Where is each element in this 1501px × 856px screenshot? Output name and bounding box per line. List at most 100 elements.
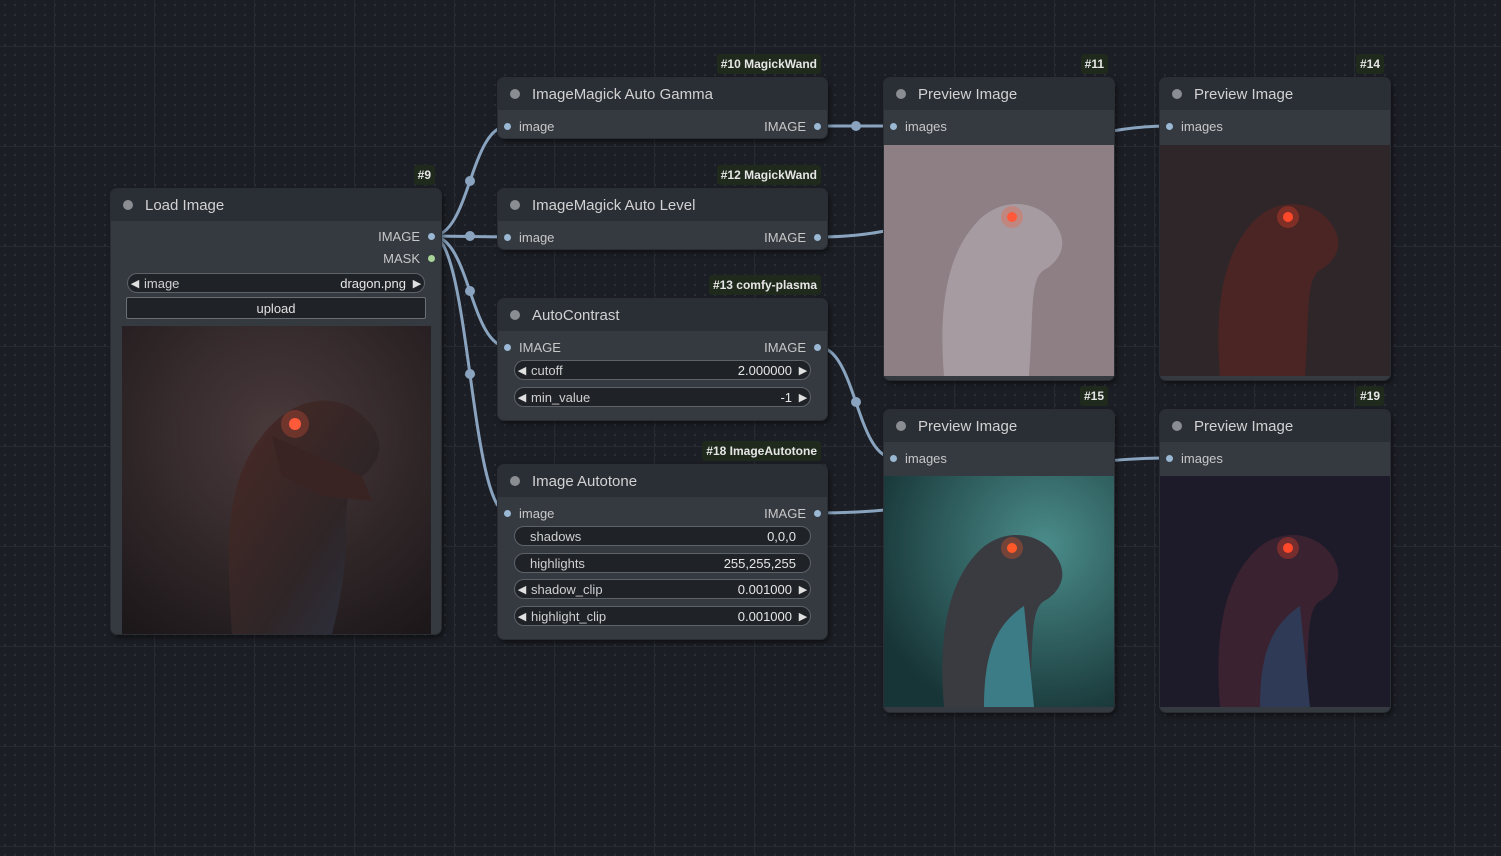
node-autocontrast[interactable]: #13 comfy-plasma AutoContrast IMAGE IMAG…: [498, 275, 827, 420]
node-header[interactable]: Preview Image: [884, 78, 1114, 110]
link-contrast-to-p15: [816, 345, 896, 460]
port-label: images: [905, 450, 947, 466]
port-label: IMAGE: [764, 505, 806, 521]
port-dot-icon[interactable]: [814, 122, 821, 130]
output-image-port[interactable]: IMAGE: [378, 227, 435, 245]
input-image-port[interactable]: image: [504, 117, 554, 135]
node-id-badge: #19: [1355, 386, 1384, 406]
port-dot-icon[interactable]: [1166, 454, 1173, 462]
output-image-port[interactable]: IMAGE: [764, 117, 821, 135]
upload-button[interactable]: upload: [126, 297, 426, 319]
arrow-left-icon[interactable]: ◀: [515, 583, 529, 596]
collapse-dot-icon[interactable]: [123, 200, 133, 210]
arrow-left-icon[interactable]: ◀: [515, 391, 529, 404]
output-mask-port[interactable]: MASK: [383, 249, 435, 267]
node-id-badge: #10 MagickWand: [716, 54, 821, 74]
collapse-dot-icon[interactable]: [896, 89, 906, 99]
arrow-right-icon[interactable]: ▶: [796, 610, 810, 623]
output-image-port[interactable]: IMAGE: [764, 504, 821, 522]
node-preview-19[interactable]: #19 Preview Image images: [1160, 386, 1390, 712]
input-image-port[interactable]: image: [504, 228, 554, 246]
arrow-left-icon[interactable]: ◀: [515, 364, 529, 377]
link-load-to-contrast: [430, 234, 510, 349]
image-combo-widget[interactable]: ◀ image dragon.png ▶: [127, 273, 425, 293]
node-title: Preview Image: [918, 85, 1018, 103]
widget-value: 0.001000: [737, 581, 792, 597]
cutoff-number-widget[interactable]: ◀ cutoff 2.000000 ▶: [514, 360, 811, 380]
input-images-port[interactable]: images: [1166, 117, 1223, 135]
widget-label: highlight_clip: [531, 608, 607, 624]
link-midpoint: [465, 286, 475, 296]
node-id-badge: #11: [1080, 54, 1108, 74]
port-dot-icon[interactable]: [1166, 122, 1173, 130]
collapse-dot-icon[interactable]: [1172, 89, 1182, 99]
port-label: image: [519, 505, 555, 521]
port-dot-icon[interactable]: [890, 122, 897, 130]
collapse-dot-icon[interactable]: [510, 476, 520, 486]
port-dot-icon[interactable]: [814, 509, 821, 517]
widget-label: shadow_clip: [531, 581, 603, 597]
node-graph-canvas[interactable]: #9 Load Image IMAGE MASK ◀ image dragon.…: [0, 0, 1501, 856]
widget-label: image: [144, 275, 180, 291]
port-dot-icon[interactable]: [814, 343, 821, 351]
node-header[interactable]: Preview Image: [884, 410, 1114, 442]
output-image-port[interactable]: IMAGE: [764, 228, 821, 246]
arrow-left-icon[interactable]: ◀: [128, 277, 142, 290]
collapse-dot-icon[interactable]: [510, 200, 520, 210]
input-images-port[interactable]: images: [890, 449, 947, 467]
input-images-port[interactable]: images: [1166, 449, 1223, 467]
collapse-dot-icon[interactable]: [510, 310, 520, 320]
arrow-right-icon[interactable]: ▶: [796, 364, 810, 377]
input-image-port[interactable]: IMAGE: [504, 338, 561, 356]
port-dot-icon[interactable]: [504, 233, 511, 241]
node-preview-14[interactable]: #14 Preview Image images: [1160, 54, 1390, 380]
port-label: MASK: [383, 250, 420, 266]
input-images-port[interactable]: images: [890, 117, 947, 135]
link-midpoint: [851, 397, 861, 407]
arrow-right-icon[interactable]: ▶: [796, 391, 810, 404]
port-dot-icon[interactable]: [814, 233, 821, 241]
node-title: ImageMagick Auto Gamma: [532, 85, 713, 103]
node-header[interactable]: AutoContrast: [498, 299, 827, 331]
node-header[interactable]: ImageMagick Auto Level: [498, 189, 827, 221]
port-dot-icon[interactable]: [504, 509, 511, 517]
node-preview-11[interactable]: #11 Preview Image images: [884, 54, 1114, 380]
output-image-port[interactable]: IMAGE: [764, 338, 821, 356]
port-label: IMAGE: [764, 339, 806, 355]
node-load-image[interactable]: #9 Load Image IMAGE MASK ◀ image dragon.…: [111, 165, 441, 634]
input-image-port[interactable]: image: [504, 504, 554, 522]
widget-label: shadows: [530, 528, 582, 544]
node-header[interactable]: Load Image: [111, 189, 441, 221]
shadows-text-widget[interactable]: shadows 0,0,0: [514, 526, 811, 546]
widget-label: cutoff: [531, 362, 563, 378]
node-header[interactable]: Preview Image: [1160, 410, 1390, 442]
widget-value: 0,0,0: [767, 528, 796, 544]
arrow-right-icon[interactable]: ▶: [796, 583, 810, 596]
collapse-dot-icon[interactable]: [1172, 421, 1182, 431]
widget-label: min_value: [531, 389, 591, 405]
node-header[interactable]: ImageMagick Auto Gamma: [498, 78, 827, 110]
shadow-clip-number-widget[interactable]: ◀ shadow_clip 0.001000 ▶: [514, 579, 811, 599]
port-dot-icon[interactable]: [890, 454, 897, 462]
arrow-right-icon[interactable]: ▶: [410, 277, 424, 290]
arrow-left-icon[interactable]: ◀: [515, 610, 529, 623]
highlights-text-widget[interactable]: highlights 255,255,255: [514, 553, 811, 573]
node-title: Preview Image: [918, 417, 1018, 435]
port-dot-icon[interactable]: [428, 254, 435, 262]
node-header[interactable]: Image Autotone: [498, 465, 827, 497]
port-dot-icon[interactable]: [428, 232, 435, 240]
port-label: IMAGE: [764, 229, 806, 245]
node-image-autotone[interactable]: #18 ImageAutotone Image Autotone image I…: [498, 441, 827, 639]
collapse-dot-icon[interactable]: [510, 89, 520, 99]
node-preview-15[interactable]: #15 Preview Image images: [884, 386, 1114, 712]
node-id-badge: #13 comfy-plasma: [708, 275, 821, 295]
highlight-clip-number-widget[interactable]: ◀ highlight_clip 0.001000 ▶: [514, 606, 811, 626]
node-auto-gamma[interactable]: #10 MagickWand ImageMagick Auto Gamma im…: [498, 54, 827, 138]
port-dot-icon[interactable]: [504, 343, 511, 351]
port-dot-icon[interactable]: [504, 122, 511, 130]
min-value-number-widget[interactable]: ◀ min_value -1 ▶: [514, 387, 811, 407]
collapse-dot-icon[interactable]: [896, 421, 906, 431]
node-header[interactable]: Preview Image: [1160, 78, 1390, 110]
port-label: image: [519, 118, 555, 134]
node-auto-level[interactable]: #12 MagickWand ImageMagick Auto Level im…: [498, 165, 827, 249]
